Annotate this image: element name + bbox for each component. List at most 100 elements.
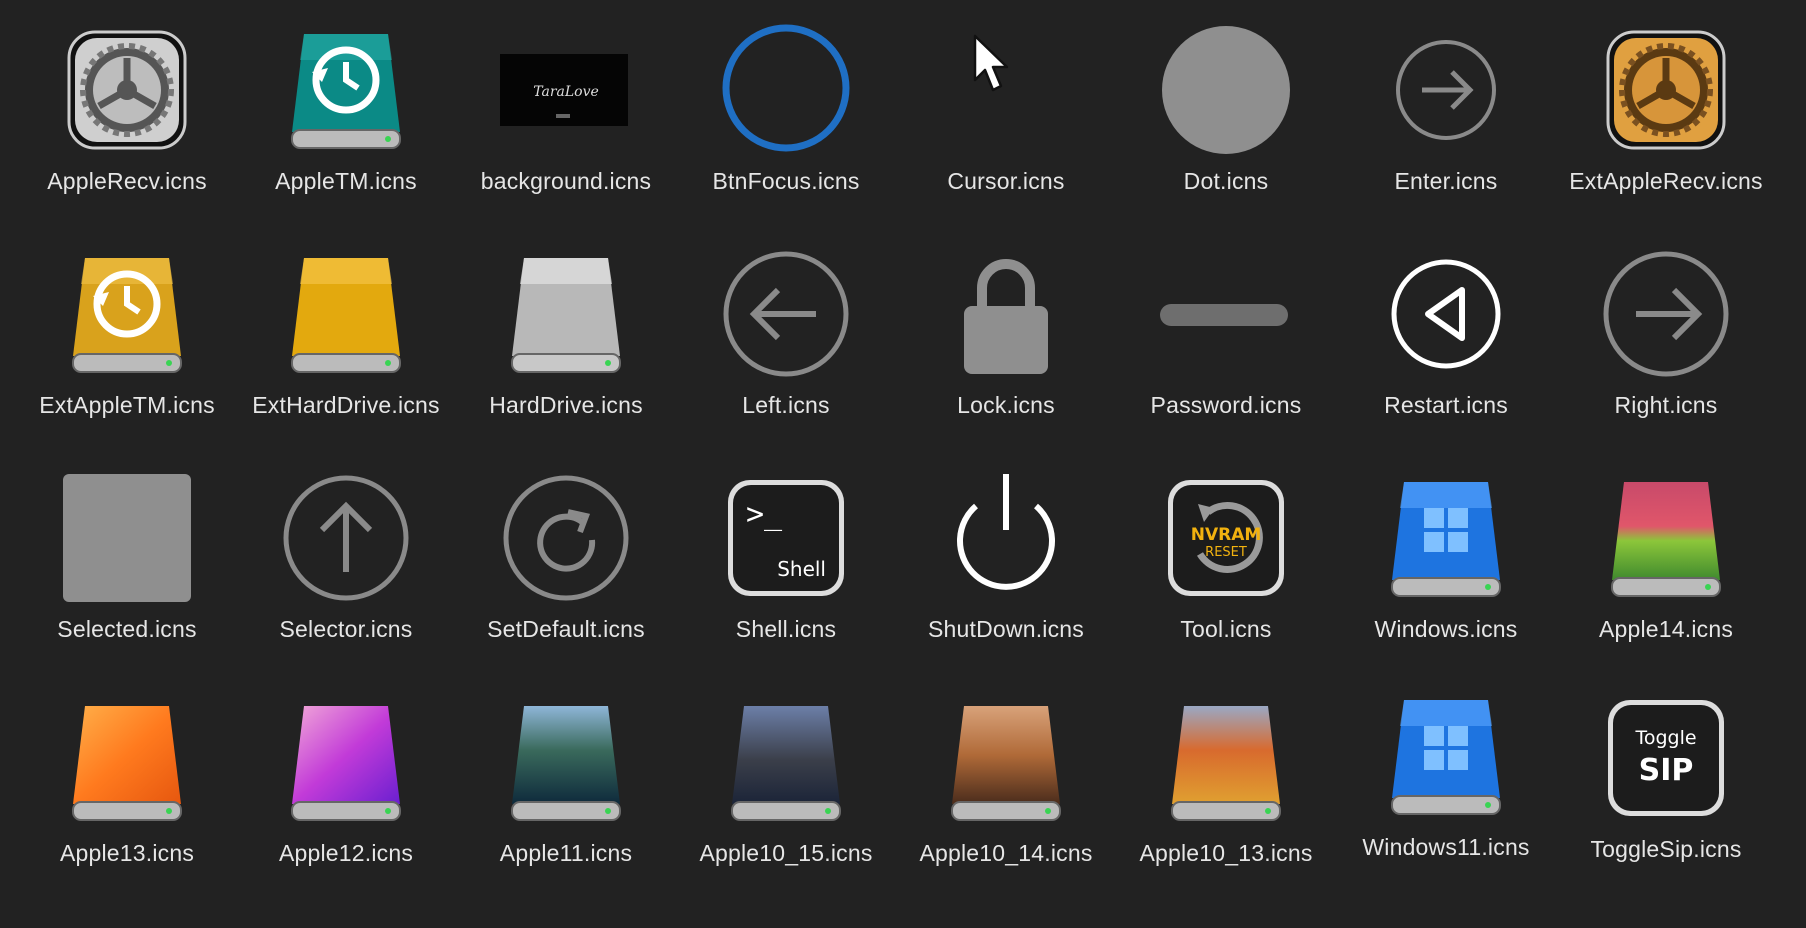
restart-icon (1376, 244, 1516, 384)
file-name: BtnFocus.icns (712, 168, 860, 194)
background-caption: TaraLove (533, 84, 599, 100)
nvram-reset-icon: NVRAM RESET (1156, 468, 1296, 608)
file-name: Password.icns (1150, 392, 1302, 418)
file-name: ExtAppleTM.icns (39, 392, 215, 418)
file-name: Apple10_15.icns (699, 840, 873, 866)
file-name: Selector.icns (279, 616, 413, 642)
file-item[interactable]: Apple11.icns (456, 672, 676, 892)
file-item[interactable]: TaraLove background.icns (456, 0, 676, 220)
file-item[interactable]: BtnFocus.icns (676, 0, 896, 220)
left-arrow-icon (716, 244, 856, 384)
file-item[interactable]: Apple10_15.icns (676, 672, 896, 892)
ventura-drive-icon (57, 692, 197, 832)
power-icon (936, 468, 1076, 608)
file-name: Right.icns (1614, 392, 1718, 418)
file-item[interactable]: Dot.icns (1116, 0, 1336, 220)
file-item[interactable]: Apple14.icns (1556, 448, 1776, 668)
selected-square-icon (57, 468, 197, 608)
file-item[interactable]: ExtAppleRecv.icns (1556, 0, 1776, 220)
nvram-label: NVRAM (1191, 525, 1262, 545)
file-name: Dot.icns (1183, 168, 1269, 194)
time-machine-gold-drive-icon (57, 244, 197, 384)
file-item[interactable]: Lock.icns (896, 224, 1116, 444)
refresh-icon (496, 468, 636, 608)
file-item[interactable]: Left.icns (676, 224, 896, 444)
file-item[interactable]: Selector.icns (236, 448, 456, 668)
file-item[interactable]: HardDrive.icns (456, 224, 676, 444)
sonoma-drive-icon (1596, 468, 1736, 608)
time-machine-drive-icon (276, 20, 416, 160)
catalina-drive-icon (716, 692, 856, 832)
file-item[interactable]: AppleTM.icns (236, 0, 456, 220)
enter-arrow-icon (1376, 20, 1516, 160)
file-name: ExtAppleRecv.icns (1569, 168, 1763, 194)
file-item[interactable]: Restart.icns (1336, 224, 1556, 444)
windows11-drive-icon (1376, 686, 1516, 826)
file-name: ToggleSip.icns (1590, 836, 1742, 862)
file-item[interactable]: Toggle SIP ToggleSip.icns (1556, 668, 1776, 888)
terminal-prompt: >_ (746, 497, 783, 532)
file-item[interactable]: ShutDown.icns (896, 448, 1116, 668)
file-name: Apple10_14.icns (919, 840, 1093, 866)
dot-icon (1156, 20, 1296, 160)
file-name: Apple14.icns (1598, 616, 1734, 642)
file-name: Left.icns (742, 392, 830, 418)
reset-label: RESET (1205, 545, 1247, 560)
terminal-caption: Shell (777, 557, 826, 581)
monterey-drive-icon (276, 692, 416, 832)
file-name: SetDefault.icns (487, 616, 645, 642)
file-name: Apple12.icns (278, 840, 414, 866)
terminal-icon: >_ Shell (716, 468, 856, 608)
gear-icon (57, 20, 197, 160)
password-bar-icon (1156, 244, 1296, 384)
file-item[interactable]: Apple10_14.icns (896, 672, 1116, 892)
windows-drive-icon (1376, 468, 1516, 608)
file-name: AppleRecv.icns (47, 168, 207, 194)
highsierra-drive-icon (1156, 692, 1296, 832)
file-item[interactable]: Cursor.icns (896, 0, 1116, 220)
toggle-label: Toggle (1634, 727, 1696, 749)
file-name: Apple11.icns (499, 840, 633, 866)
file-item[interactable]: Enter.icns (1336, 0, 1556, 220)
file-name: ExtHardDrive.icns (252, 392, 440, 418)
toggle-sip-icon: Toggle SIP (1596, 688, 1736, 828)
file-name: Shell.icns (735, 616, 837, 642)
file-name: Tool.icns (1180, 616, 1272, 642)
file-item[interactable]: Selected.icns (17, 448, 237, 668)
file-item[interactable]: SetDefault.icns (456, 448, 676, 668)
file-item[interactable]: Apple10_13.icns (1116, 672, 1336, 892)
gold-drive-icon (276, 244, 416, 384)
file-name: HardDrive.icns (489, 392, 643, 418)
mojave-drive-icon (936, 692, 1076, 832)
file-name: AppleTM.icns (275, 168, 417, 194)
file-name: Cursor.icns (947, 168, 1065, 194)
file-item[interactable]: Windows11.icns (1336, 666, 1556, 886)
focus-ring-icon (716, 20, 856, 160)
lock-icon (936, 244, 1076, 384)
file-name: Enter.icns (1394, 168, 1498, 194)
gear-gold-icon (1596, 20, 1736, 160)
file-item[interactable]: >_ Shell Shell.icns (676, 448, 896, 668)
file-item[interactable]: ExtAppleTM.icns (17, 224, 237, 444)
file-name: Lock.icns (957, 392, 1055, 418)
up-arrow-icon (276, 468, 416, 608)
file-item[interactable]: ExtHardDrive.icns (236, 224, 456, 444)
mouse-pointer-icon (973, 34, 1013, 94)
file-item[interactable]: AppleRecv.icns (17, 0, 237, 220)
file-item[interactable]: Password.icns (1116, 224, 1336, 444)
file-name: ShutDown.icns (927, 616, 1084, 642)
file-name: Apple13.icns (59, 840, 195, 866)
file-item[interactable]: Apple12.icns (236, 672, 456, 892)
file-item[interactable]: NVRAM RESET Tool.icns (1116, 448, 1336, 668)
bigsur-drive-icon (496, 692, 636, 832)
sip-label: SIP (1639, 753, 1694, 788)
file-name: Selected.icns (57, 616, 197, 642)
file-item[interactable]: Apple13.icns (17, 672, 237, 892)
file-item[interactable]: Right.icns (1556, 224, 1776, 444)
file-name: background.icns (480, 168, 652, 194)
file-item[interactable]: Windows.icns (1336, 448, 1556, 668)
file-name: Windows.icns (1374, 616, 1518, 642)
silver-drive-icon (496, 244, 636, 384)
file-name: Windows11.icns (1362, 834, 1530, 860)
file-name: Restart.icns (1384, 392, 1508, 418)
